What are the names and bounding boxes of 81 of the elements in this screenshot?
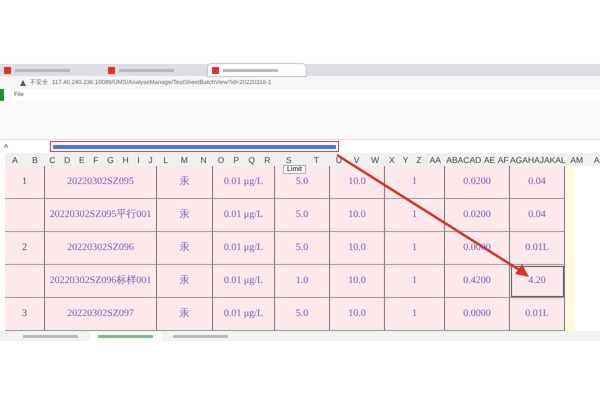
column-header[interactable]: Y: [402, 154, 408, 164]
table-cell: 10.0: [330, 265, 385, 298]
page-icon: [212, 66, 219, 74]
column-header[interactable]: H: [122, 154, 129, 164]
page-icon: [4, 66, 11, 74]
table-cell: [5, 199, 45, 232]
table-cell: 0.04: [510, 166, 565, 199]
column-header[interactable]: N: [200, 154, 207, 164]
column-header[interactable]: ABACAD: [446, 154, 482, 164]
column-header[interactable]: F: [93, 154, 98, 164]
formula-field[interactable]: [50, 141, 339, 152]
table-cell: 汞: [157, 232, 213, 265]
table-cell: 0.01 μg/L: [213, 199, 275, 232]
table-cell: 0.0200: [445, 166, 510, 199]
column-header[interactable]: A: [594, 154, 600, 164]
column-header[interactable]: X: [389, 154, 395, 164]
table-cell: 0.01 μg/L: [213, 232, 275, 265]
table-cell: 10.0: [330, 199, 385, 232]
table-cell: 0.0000: [445, 298, 510, 331]
column-header[interactable]: M: [180, 154, 188, 164]
table-cell: 1: [5, 166, 45, 199]
table-cell: 4.20: [510, 265, 565, 298]
column-header[interactable]: T: [314, 154, 319, 164]
column-header[interactable]: E: [78, 154, 85, 164]
column-header[interactable]: AM: [570, 154, 584, 164]
table-cell: 汞: [157, 166, 213, 199]
column-header[interactable]: AE: [484, 154, 496, 164]
sheet-tab[interactable]: [90, 332, 161, 340]
table-cell: 汞: [157, 265, 213, 298]
column-header[interactable]: AA: [430, 154, 441, 164]
table-cell: 汞: [157, 298, 213, 331]
table-cell: 10.0: [330, 298, 385, 331]
table-cell: 汞: [157, 199, 213, 232]
column-header[interactable]: Q: [248, 154, 255, 164]
column-header[interactable]: O: [218, 154, 224, 164]
table-cell: 10.0: [330, 166, 385, 199]
column-header[interactable]: S: [286, 154, 292, 164]
column-header[interactable]: AF: [498, 154, 509, 164]
warning-icon: [20, 80, 26, 86]
table-cell: 0.01L: [510, 298, 565, 331]
browser-tab[interactable]: [208, 64, 306, 76]
column-header[interactable]: V: [354, 154, 360, 164]
table-cell: 1.0: [275, 265, 330, 298]
column-header[interactable]: B: [32, 154, 38, 164]
table-cell: 0.01L: [510, 232, 565, 265]
column-header[interactable]: Z: [416, 154, 422, 164]
table-cell: 5.0: [275, 199, 330, 232]
table-cell: 0.01 μg/L: [213, 265, 275, 298]
column-header[interactable]: P: [233, 154, 240, 164]
column-header[interactable]: I: [137, 154, 140, 164]
table-cell: 1: [385, 298, 445, 331]
table-cell: 1: [385, 166, 445, 199]
column-header[interactable]: L: [163, 154, 168, 164]
column-header[interactable]: D: [64, 154, 70, 164]
table-cell: 1: [385, 232, 445, 265]
column-header[interactable]: AGAHAJAKAL: [510, 154, 566, 164]
table-cell: 0.4200: [445, 265, 510, 298]
table-cell: 20220302SZ097: [45, 298, 157, 331]
column-header[interactable]: R: [264, 154, 270, 164]
table-cell: 1: [385, 199, 445, 232]
table-cell: 5.0: [275, 298, 330, 331]
table-cell: 0.01 μg/L: [213, 166, 275, 199]
column-header[interactable]: A: [12, 154, 18, 164]
column-header[interactable]: G: [107, 154, 114, 164]
table-cell: 3: [5, 298, 45, 331]
table-cell: 0.04: [510, 199, 565, 232]
page-icon: [108, 66, 115, 74]
table-cell: 20220302SZ096: [45, 232, 157, 265]
table-cell: 20220302SZ095: [45, 166, 157, 199]
column-header[interactable]: C: [49, 154, 56, 164]
table-cell: 5.0: [275, 232, 330, 265]
table-cell: 20220302SZ096标样001: [45, 265, 157, 298]
table-cell: 0.0200: [445, 199, 510, 232]
table-cell: 2: [5, 232, 45, 265]
table-cell: 20220302SZ095平行001: [45, 199, 157, 232]
column-header[interactable]: W: [371, 154, 380, 164]
column-header[interactable]: J: [148, 154, 153, 164]
table-cell: 10.0: [330, 232, 385, 265]
table-cell: 1: [385, 265, 445, 298]
table-cell: [5, 265, 45, 298]
table-cell: 0.01 μg/L: [213, 298, 275, 331]
